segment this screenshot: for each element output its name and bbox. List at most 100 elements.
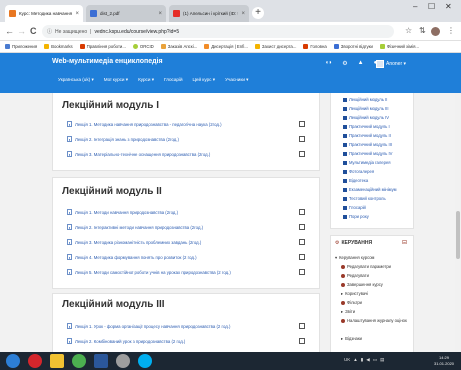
nav-item[interactable]: Тестовий контроль bbox=[343, 196, 386, 201]
lecture-link[interactable]: Лекція 3. Матеріально-технічне оснащення… bbox=[67, 151, 210, 157]
admin-item[interactable]: ▸ Відзнаки bbox=[341, 336, 362, 341]
profile-avatar[interactable] bbox=[431, 27, 440, 36]
new-tab-button[interactable]: + bbox=[252, 7, 264, 19]
bookmark-item[interactable]: Заказів Апскі... bbox=[160, 44, 197, 49]
minimize-button[interactable]: – bbox=[413, 2, 417, 11]
bookmark-item[interactable]: Зворотні відгуки bbox=[333, 44, 373, 49]
maximize-button[interactable]: ☐ bbox=[428, 2, 435, 11]
nav-item[interactable]: Практичний модуль І bbox=[343, 124, 390, 129]
nav-item[interactable]: Екзаменаційний мінімум bbox=[343, 187, 397, 192]
bookmark-item[interactable]: ORCID bbox=[132, 44, 154, 49]
info-icon[interactable]: ⓘ bbox=[47, 28, 52, 35]
nav-item[interactable]: Мультимедіа галерея bbox=[343, 160, 391, 165]
admin-item[interactable]: Фільтри bbox=[341, 300, 362, 305]
lecture-link[interactable]: Лекція 5. Методи самостійної роботи учні… bbox=[67, 269, 231, 275]
close-window-button[interactable]: ✕ bbox=[445, 2, 452, 11]
close-tab-icon[interactable]: × bbox=[158, 11, 162, 17]
tab-youtube[interactable]: (1) Апельсин і кріткий (ID: 5) × bbox=[169, 5, 249, 22]
menu-kebab-icon[interactable]: ⋮ bbox=[447, 26, 455, 35]
tray-arrow-icon[interactable]: ▲ bbox=[353, 357, 357, 363]
lecture-link[interactable]: Лекція 2. Інтеграція знань з природознав… bbox=[67, 136, 179, 142]
bell-icon[interactable]: ▲ bbox=[358, 60, 364, 67]
admin-item[interactable]: Редагувати параметри bbox=[341, 264, 391, 269]
close-tab-icon[interactable]: × bbox=[75, 11, 79, 17]
admin-item[interactable]: ▾ Керування курсом bbox=[335, 255, 374, 260]
admin-item[interactable]: Налаштування журналу оцінок bbox=[341, 318, 407, 323]
nav-item[interactable]: Практичний модуль ІІ bbox=[343, 133, 391, 138]
menu-this-course[interactable]: Цей курс ▾ bbox=[193, 77, 216, 83]
word-icon[interactable] bbox=[94, 354, 108, 368]
user-menu[interactable]: Anoner ▾ bbox=[376, 60, 406, 68]
tab-course[interactable]: Курс: Методика навчання освітньої галузі… bbox=[5, 5, 83, 22]
bookmark-item[interactable]: Фізичний хімія... bbox=[379, 44, 419, 49]
menu-glossary[interactable]: Глосарій bbox=[164, 77, 183, 83]
scrollbar-thumb[interactable] bbox=[456, 211, 460, 259]
star-icon[interactable]: ☆ bbox=[405, 26, 412, 35]
volume-icon[interactable]: ◀ bbox=[366, 357, 369, 363]
completion-checkbox[interactable] bbox=[299, 269, 305, 275]
battery-icon[interactable]: ▭ bbox=[373, 357, 377, 363]
completion-checkbox[interactable] bbox=[299, 254, 305, 260]
opera-icon[interactable] bbox=[28, 354, 42, 368]
completion-checkbox[interactable] bbox=[299, 136, 305, 142]
settings-app-icon[interactable] bbox=[116, 354, 130, 368]
nav-item[interactable]: Лекційний модуль ІІІ bbox=[343, 106, 389, 111]
back-button[interactable]: ← bbox=[5, 26, 14, 36]
admin-item[interactable]: ▸ Звіти bbox=[341, 309, 355, 314]
url-input[interactable]: ⓘ Не защищено | vednc.kspu.edu/course/vi… bbox=[42, 25, 394, 38]
lecture-link[interactable]: Лекція 1. Методи навчання природознавств… bbox=[67, 209, 178, 215]
menu-my-courses[interactable]: Мої курси ▾ bbox=[104, 77, 128, 83]
completion-checkbox[interactable] bbox=[299, 121, 305, 127]
toggle-icon[interactable]: ◖◗ bbox=[325, 60, 332, 67]
completion-checkbox[interactable] bbox=[299, 338, 305, 344]
notification-icon[interactable]: ▤ bbox=[380, 357, 384, 363]
close-tab-icon[interactable]: × bbox=[241, 11, 245, 17]
site-brand[interactable]: Web-мультимедіа енциклопедія bbox=[52, 58, 163, 65]
lecture-link[interactable]: Лекція 1. Урок - форма організації проце… bbox=[67, 323, 230, 329]
nav-item[interactable]: Відеотека bbox=[343, 178, 368, 183]
nav-item[interactable]: Глосарій bbox=[343, 205, 366, 210]
network-icon[interactable]: ▮ bbox=[361, 357, 363, 363]
nav-item[interactable]: Практичний модуль IV bbox=[343, 151, 392, 156]
completion-checkbox[interactable] bbox=[299, 151, 305, 157]
admin-item[interactable]: Завершення курсу bbox=[341, 282, 383, 287]
completion-checkbox[interactable] bbox=[299, 239, 305, 245]
admin-item[interactable]: ▸ Користувачі bbox=[341, 291, 368, 296]
nav-item[interactable]: Практичний модуль ІІІ bbox=[343, 142, 392, 147]
reload-button[interactable]: C bbox=[30, 26, 37, 36]
extension-icon[interactable]: ⇅ bbox=[419, 26, 426, 35]
completion-checkbox[interactable] bbox=[299, 209, 305, 215]
settings-icon[interactable]: ⚙ bbox=[342, 60, 347, 67]
completion-checkbox[interactable] bbox=[299, 224, 305, 230]
start-button[interactable] bbox=[6, 354, 20, 368]
bookmark-item[interactable]: Приложения bbox=[5, 44, 37, 49]
bookmark-item[interactable]: Правління роботи... bbox=[79, 44, 126, 49]
skype-icon[interactable] bbox=[138, 354, 152, 368]
nav-item[interactable]: Лекційний модуль ІІ bbox=[343, 97, 387, 102]
clock[interactable]: 14:29 31.01.2020 bbox=[434, 355, 454, 366]
bookmark-item[interactable]: Дисертація | Enfi... bbox=[204, 44, 248, 49]
bookmark-item[interactable]: Захист дисерта... bbox=[254, 44, 296, 49]
forward-button[interactable]: → bbox=[17, 26, 26, 36]
page-scrollbar[interactable] bbox=[455, 93, 461, 352]
lecture-link[interactable]: Лекція 4. Методика формування понять про… bbox=[67, 254, 197, 260]
lecture-link[interactable]: Лекція 2. Комбінований урок з природозна… bbox=[67, 338, 185, 344]
bookmark-item[interactable]: Bookmarks bbox=[44, 44, 73, 49]
lecture-link[interactable]: Лекція 3. Методика різноманітність пробл… bbox=[67, 239, 201, 245]
nav-item[interactable]: Фотогалерея bbox=[343, 169, 374, 174]
menu-participants[interactable]: Учасники ▾ bbox=[225, 77, 248, 83]
menu-courses[interactable]: Курси ▾ bbox=[138, 77, 154, 83]
file-explorer-icon[interactable] bbox=[50, 354, 64, 368]
tab-pdf[interactable]: dist_2.pdf × bbox=[86, 5, 166, 22]
admin-item[interactable]: Редагувати bbox=[341, 273, 369, 278]
lecture-link[interactable]: Лекція 1. Методика навчання природознавс… bbox=[67, 121, 222, 127]
dock-block-icon[interactable]: ⊟ bbox=[402, 239, 407, 246]
lecture-link[interactable]: Лекція 2. Інтерактивні методи навчання п… bbox=[67, 224, 203, 230]
nav-item[interactable]: Лекційний модуль IV bbox=[343, 115, 389, 120]
language-indicator[interactable]: UK bbox=[344, 357, 350, 363]
bookmark-item[interactable]: Головна bbox=[303, 44, 327, 49]
completion-checkbox[interactable] bbox=[299, 323, 305, 329]
chrome-icon[interactable] bbox=[72, 354, 86, 368]
menu-language[interactable]: Українська (uk) ▾ bbox=[58, 77, 94, 83]
nav-item[interactable]: Пори року bbox=[343, 214, 369, 219]
